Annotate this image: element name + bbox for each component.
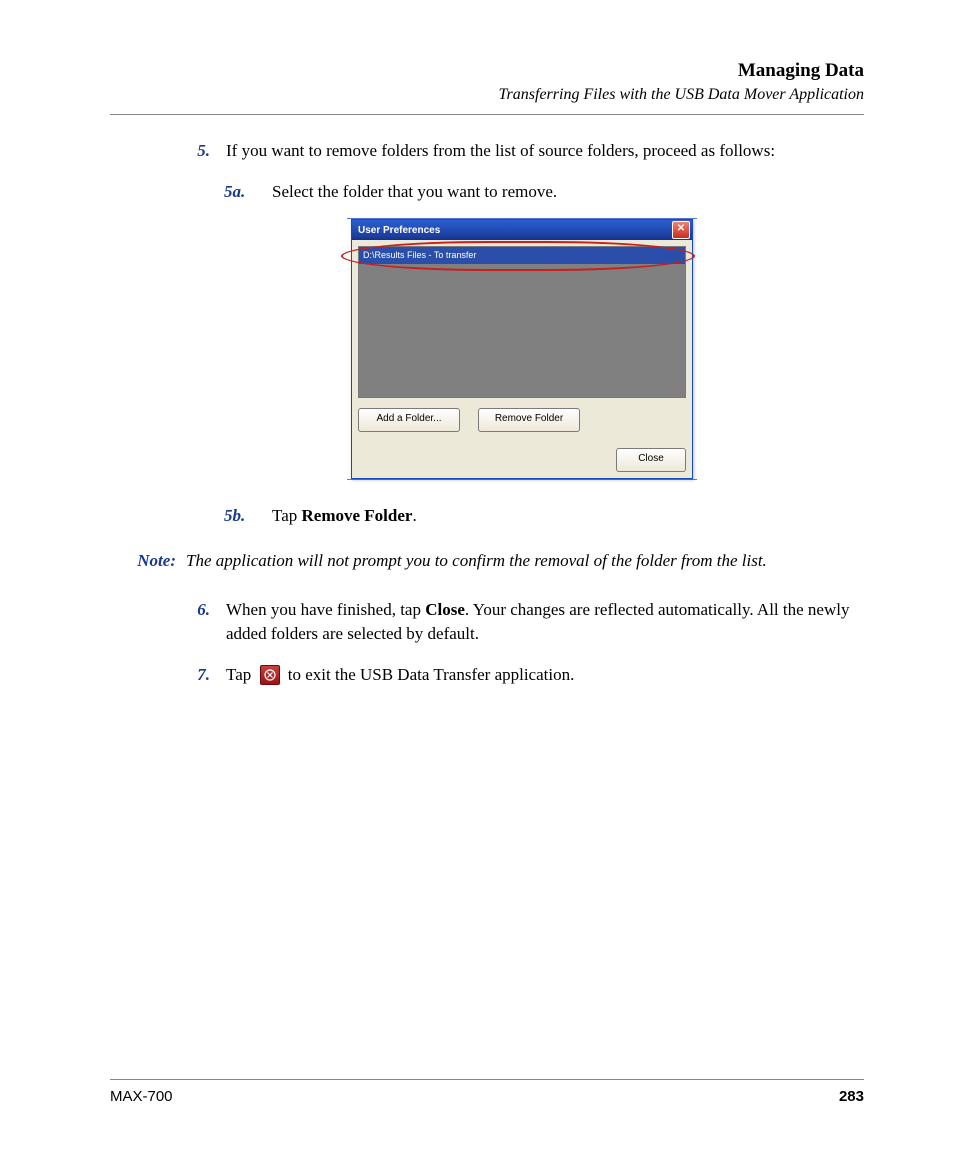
- bold-term: Remove Folder: [302, 506, 413, 525]
- dialog-close-row: Close: [352, 438, 692, 478]
- exit-app-icon: [260, 665, 280, 685]
- step-number: 6.: [180, 598, 210, 623]
- page-footer: MAX-700 283: [110, 1079, 864, 1105]
- step-text: If you want to remove folders from the l…: [226, 139, 864, 164]
- step-number: 5.: [180, 139, 210, 164]
- note-block: Note: The application will not prompt yo…: [110, 549, 864, 574]
- step-6: 6. When you have finished, tap Close. Yo…: [180, 598, 864, 647]
- step-5b: 5b. Tap Remove Folder.: [224, 504, 864, 529]
- note-text: The application will not prompt you to c…: [186, 549, 767, 574]
- folder-list-item[interactable]: D:\Results Files - To transfer: [359, 247, 685, 264]
- text-suffix: to exit the USB Data Transfer applicatio…: [284, 665, 575, 684]
- note-label: Note:: [110, 549, 176, 574]
- window-close-button[interactable]: ✕: [672, 221, 690, 239]
- footer-product: MAX-700: [110, 1088, 173, 1105]
- content-body: 5. If you want to remove folders from th…: [180, 139, 864, 529]
- add-folder-button[interactable]: Add a Folder...: [358, 408, 460, 432]
- text-prefix: When you have finished, tap: [226, 600, 425, 619]
- substep-text: Tap Remove Folder.: [272, 504, 864, 529]
- step-5a: 5a. Select the folder that you want to r…: [224, 180, 864, 205]
- dialog-close-button[interactable]: Close: [616, 448, 686, 472]
- text-suffix: .: [412, 506, 416, 525]
- header-divider: [110, 114, 864, 115]
- page-header: Managing Data Transferring Files with th…: [110, 60, 864, 104]
- step-7: 7. Tap to exit the USB Data Transfer app…: [180, 663, 864, 688]
- footer-divider: [110, 1079, 864, 1080]
- text-prefix: Tap: [226, 665, 256, 684]
- figure-container: User Preferences ✕ D:\Results Files - To…: [180, 218, 864, 480]
- remove-folder-button[interactable]: Remove Folder: [478, 408, 580, 432]
- step-text: When you have finished, tap Close. Your …: [226, 598, 864, 647]
- dialog-titlebar: User Preferences ✕: [352, 220, 692, 240]
- dialog-button-row: Add a Folder... Remove Folder: [352, 404, 692, 438]
- screenshot-figure: User Preferences ✕ D:\Results Files - To…: [347, 218, 697, 480]
- substep-number: 5a.: [224, 180, 258, 205]
- step-text: Tap to exit the USB Data Transfer applic…: [226, 663, 864, 688]
- footer-row: MAX-700 283: [110, 1088, 864, 1105]
- bold-term: Close: [425, 600, 465, 619]
- page-number: 283: [839, 1088, 864, 1105]
- step-5: 5. If you want to remove folders from th…: [180, 139, 864, 164]
- dialog-title: User Preferences: [358, 225, 440, 236]
- document-page: Managing Data Transferring Files with th…: [0, 0, 954, 1159]
- header-subtitle: Transferring Files with the USB Data Mov…: [110, 86, 864, 104]
- text-prefix: Tap: [272, 506, 302, 525]
- step-number: 7.: [180, 663, 210, 688]
- header-title: Managing Data: [110, 60, 864, 82]
- content-body-lower: 6. When you have finished, tap Close. Yo…: [180, 598, 864, 688]
- substep-number: 5b.: [224, 504, 258, 529]
- folder-listbox[interactable]: D:\Results Files - To transfer: [358, 246, 686, 398]
- user-preferences-dialog: User Preferences ✕ D:\Results Files - To…: [351, 219, 693, 479]
- substep-text: Select the folder that you want to remov…: [272, 180, 864, 205]
